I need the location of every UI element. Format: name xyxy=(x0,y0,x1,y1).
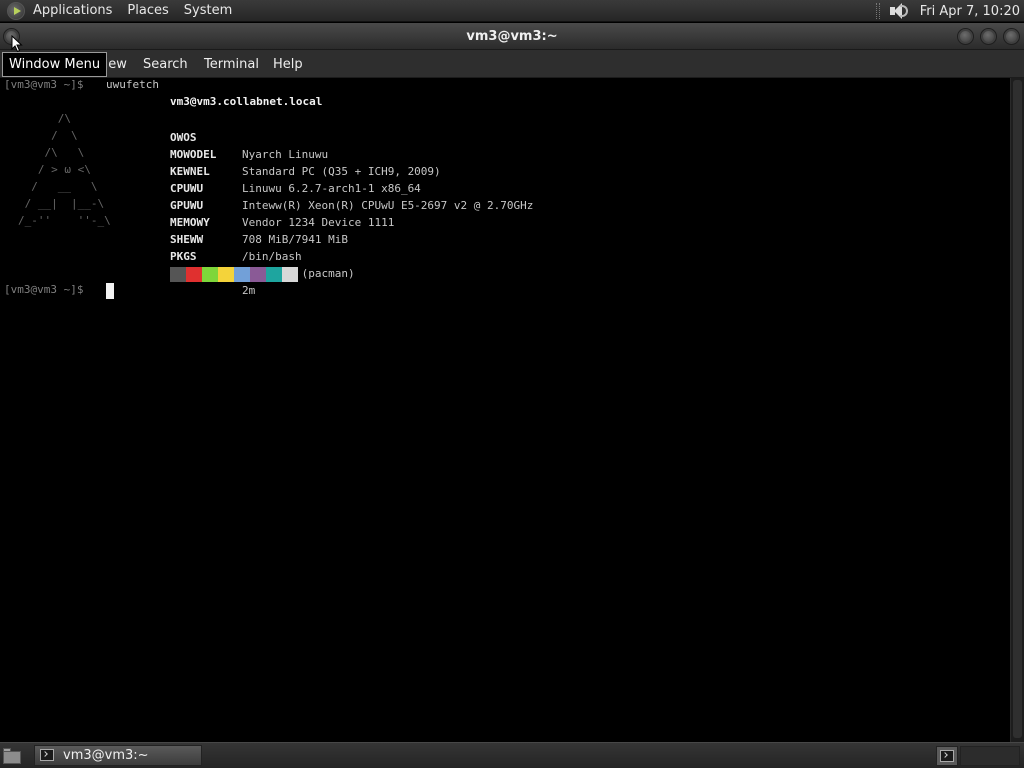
workspace-2[interactable] xyxy=(960,746,1020,766)
palette-swatch xyxy=(250,267,266,282)
taskbar-window-button[interactable]: vm3@vm3:~ xyxy=(34,745,202,766)
scrollbar-thumb[interactable] xyxy=(1013,80,1022,738)
info-row: GPUWU Vendor 1234 Device 1111 xyxy=(170,180,394,229)
color-palette xyxy=(170,267,298,282)
info-row: KEWNEL Linuwu 6.2.7-arch1-1 x86_64 xyxy=(170,146,421,195)
menu-help[interactable]: Help xyxy=(273,57,303,72)
info-value: 708 MiB/7941 MiB xyxy=(242,233,348,246)
palette-swatch xyxy=(218,267,234,282)
palette-swatch xyxy=(234,267,250,282)
window-title: vm3@vm3:~ xyxy=(466,29,558,44)
menu-search[interactable]: Search xyxy=(143,57,188,72)
info-value: Linuwu 6.2.7-arch1-1 x86_64 xyxy=(242,182,421,195)
info-row: PKGS 666: 666 (pacman) xyxy=(170,231,355,280)
system-menu[interactable]: System xyxy=(184,0,232,22)
info-value: Nyarch Linuwu xyxy=(242,148,329,161)
taskbar-label: vm3@vm3:~ xyxy=(63,748,149,763)
maximize-button[interactable] xyxy=(980,28,997,45)
terminal-window: vm3@vm3:~ View Search Terminal Help Wind… xyxy=(0,23,1024,742)
window-menu-tooltip: Window Menu xyxy=(2,52,108,77)
text-cursor xyxy=(106,283,114,299)
mouse-pointer-icon xyxy=(11,35,23,53)
minimize-button[interactable] xyxy=(957,28,974,45)
menu-terminal[interactable]: Terminal xyxy=(204,57,259,72)
terminal-output[interactable]: [vm3@vm3 ~]$ uwufetch /\ / \ /\ \ / > ω … xyxy=(0,78,1010,742)
palette-swatch xyxy=(170,267,186,282)
info-row: CPUWU Inteww(R) Xeon(R) CPUwU E5-2697 v2… xyxy=(170,163,533,212)
info-row: UWUPTIME 2m xyxy=(170,248,255,297)
gnome-foot-icon[interactable] xyxy=(7,2,25,20)
applications-menu[interactable]: Applications xyxy=(33,0,112,22)
bottom-panel: vm3@vm3:~ xyxy=(0,742,1024,768)
info-row: OWOS Nyarch Linuwu xyxy=(170,112,328,161)
info-value: Standard PC (Q35 + ICH9, 2009) xyxy=(242,165,441,178)
terminal-icon xyxy=(40,749,54,761)
info-value: /bin/bash xyxy=(242,250,302,263)
terminal-menubar: View Search Terminal Help xyxy=(0,50,1024,78)
workspace-1[interactable] xyxy=(936,746,958,766)
panel-menus: Applications Places System xyxy=(0,0,247,22)
info-row: SHEWW /bin/bash xyxy=(170,214,302,263)
command-text: uwufetch xyxy=(106,78,159,91)
volume-icon[interactable] xyxy=(888,2,908,20)
panel-handle-icon[interactable] xyxy=(875,3,880,19)
info-row: MOWODEL Standard PC (Q35 + ICH9, 2009) xyxy=(170,129,441,178)
clock[interactable]: Fri Apr 7, 10:20 xyxy=(920,4,1020,19)
info-value: Vendor 1234 Device 1111 xyxy=(242,216,395,229)
info-value: Inteww(R) Xeon(R) CPUwU E5-2697 v2 @ 2.7… xyxy=(242,199,534,212)
window-titlebar[interactable]: vm3@vm3:~ xyxy=(0,23,1024,50)
info-row: MEMOWY 708 MiB/7941 MiB xyxy=(170,197,348,246)
prompt: [vm3@vm3 ~]$ xyxy=(4,78,84,91)
terminal-icon xyxy=(940,750,954,762)
places-menu[interactable]: Places xyxy=(127,0,168,22)
palette-swatch xyxy=(202,267,218,282)
notification-area: Fri Apr 7, 10:20 xyxy=(875,0,1024,22)
top-panel: Applications Places System Fri Apr 7, 10… xyxy=(0,0,1024,22)
palette-swatch xyxy=(186,267,202,282)
host-line: vm3@vm3.collabnet.local xyxy=(170,95,323,108)
palette-swatch xyxy=(282,267,298,282)
close-button[interactable] xyxy=(1003,28,1020,45)
info-value: 2m xyxy=(242,284,256,297)
prompt: [vm3@vm3 ~]$ xyxy=(4,283,84,296)
show-desktop-icon[interactable] xyxy=(2,748,22,765)
ascii-logo: /\ / \ /\ \ / > ω <\ / __ \ / __| |__-\ … xyxy=(18,112,111,227)
palette-swatch xyxy=(266,267,282,282)
terminal-scrollbar[interactable] xyxy=(1010,78,1024,742)
